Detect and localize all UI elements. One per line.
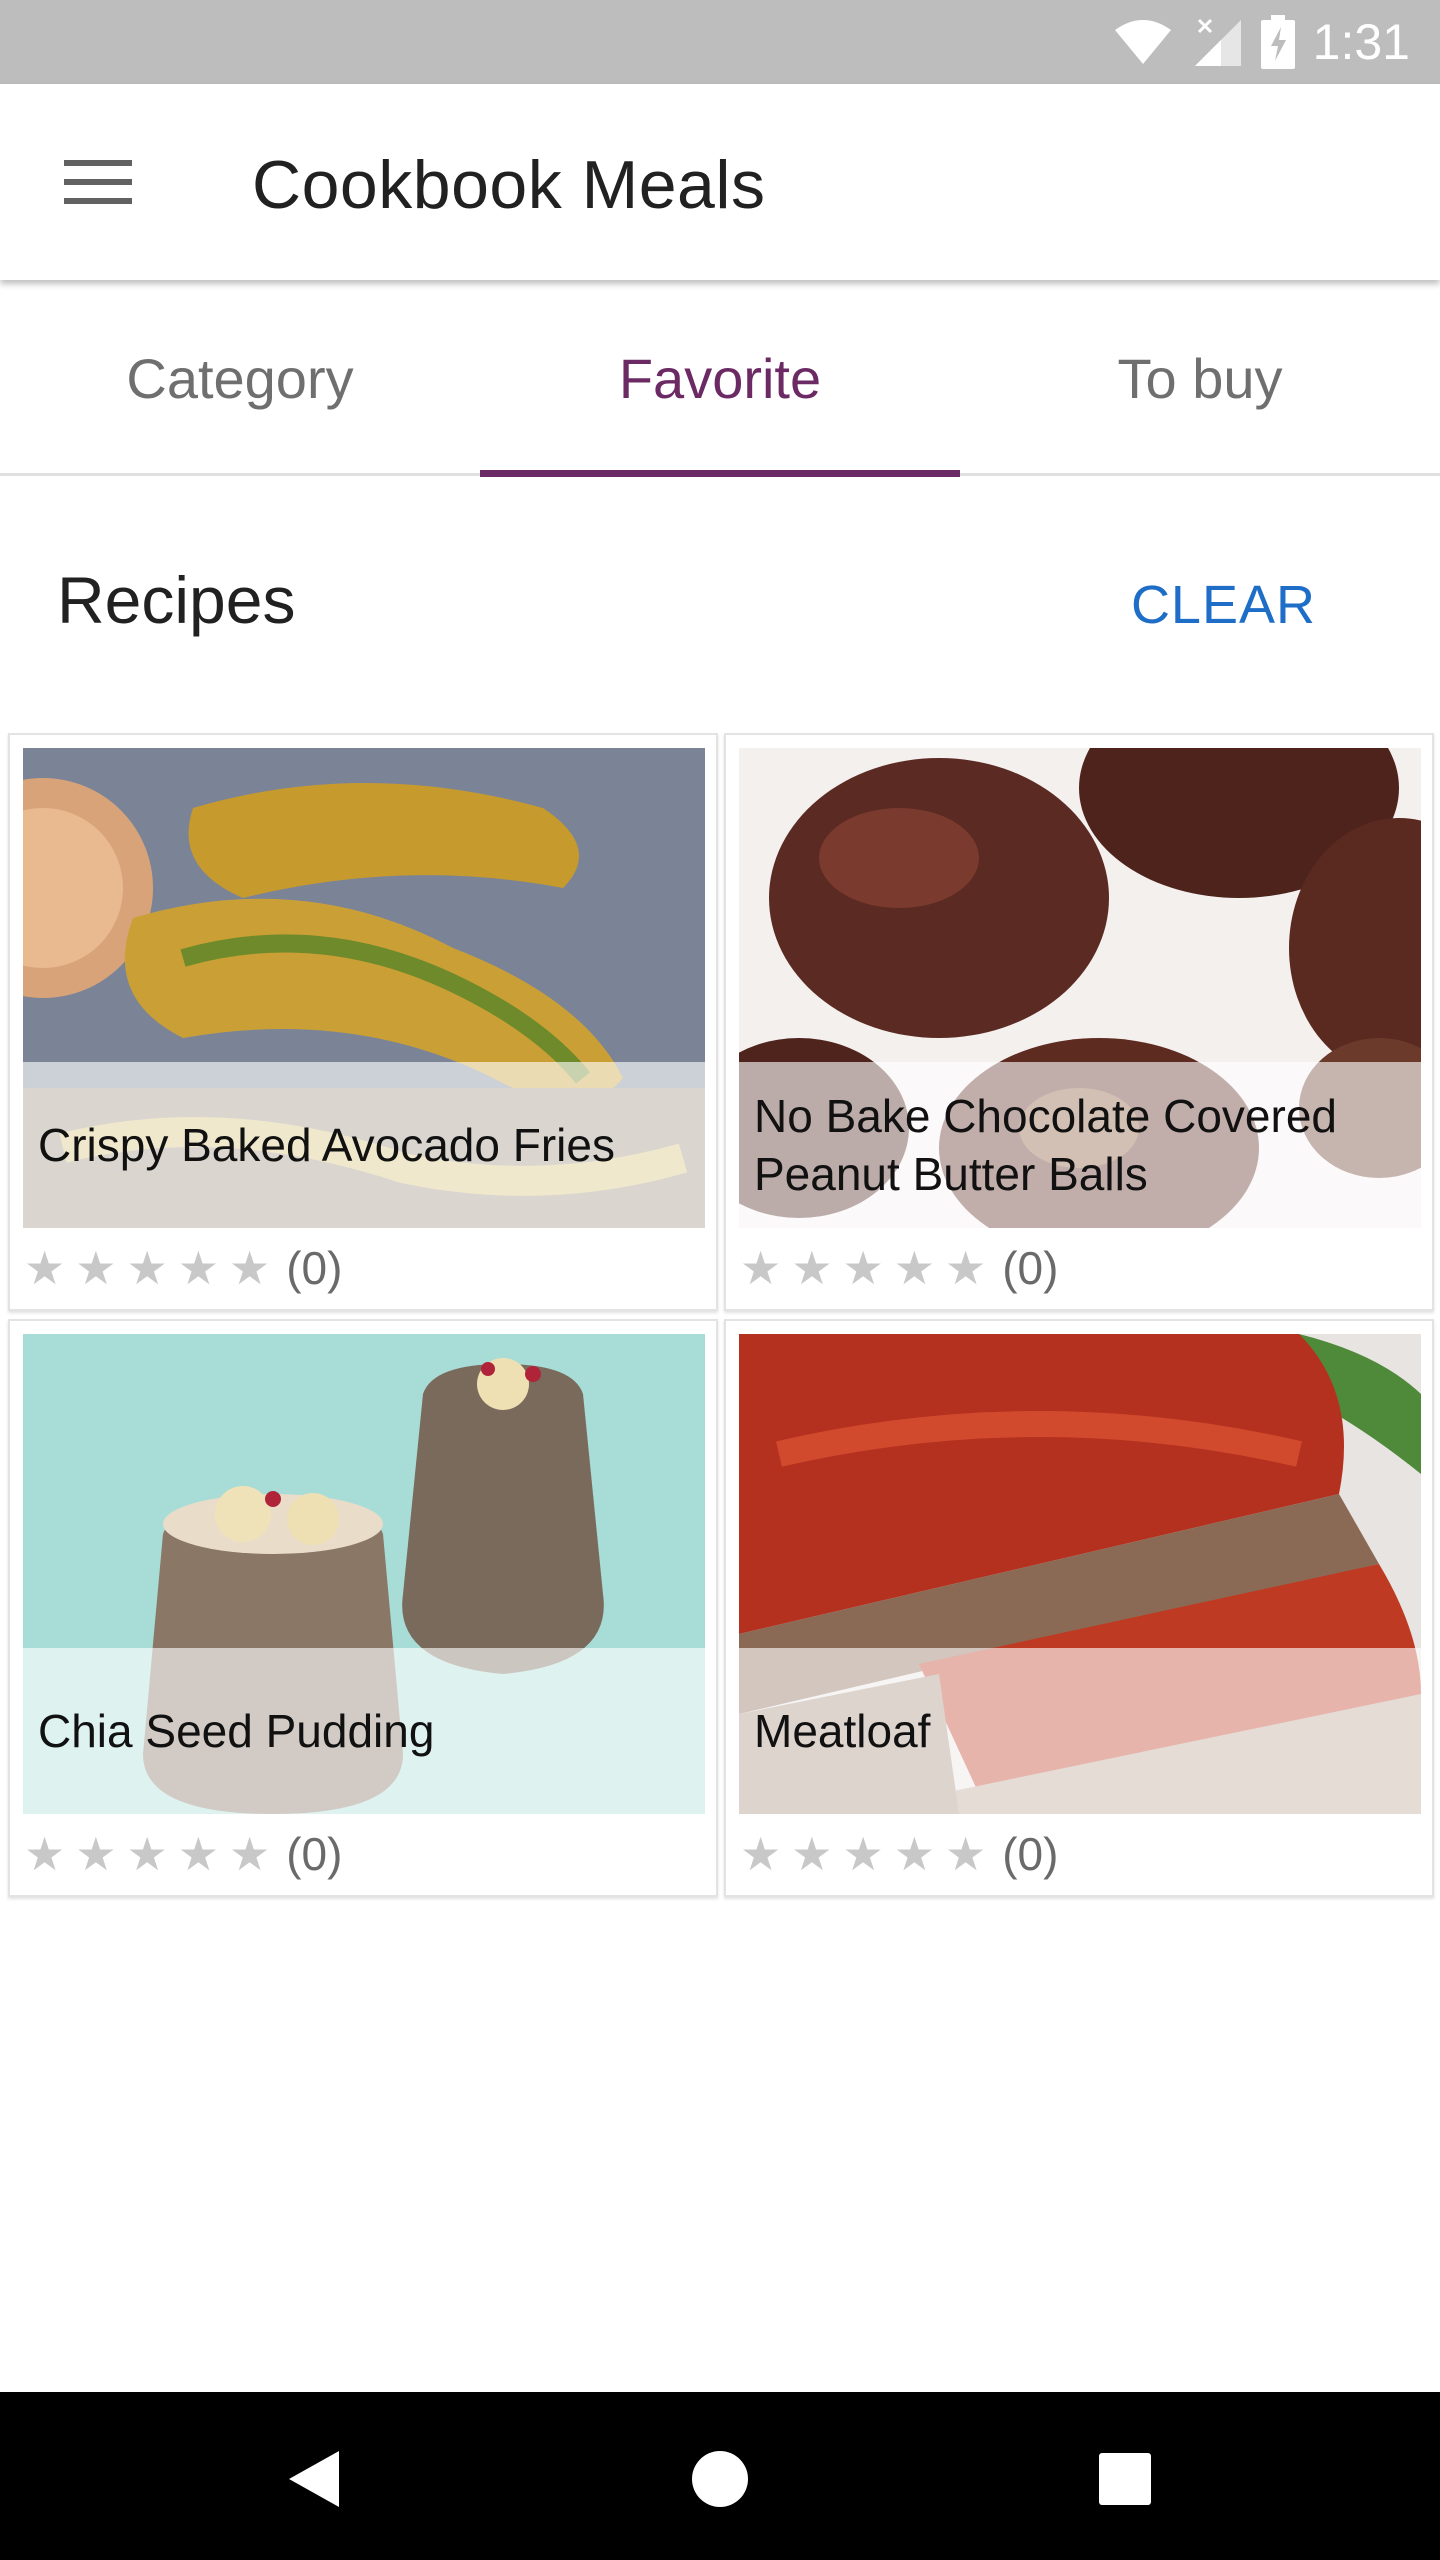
status-icons: 1:31: [1113, 0, 1410, 84]
recents-icon[interactable]: [1080, 2434, 1170, 2524]
back-icon[interactable]: [268, 2434, 358, 2524]
clear-button[interactable]: CLEAR: [1131, 574, 1316, 636]
app-bar: Cookbook Meals: [0, 84, 1440, 280]
rating-row: ★★★★★ (0): [740, 1235, 1058, 1301]
system-navigation-bar: [0, 2392, 1440, 2560]
recipe-title-overlay: Meatloaf: [739, 1648, 1421, 1814]
recipe-title: Crispy Baked Avocado Fries: [38, 1119, 615, 1171]
recipe-image: No Bake Chocolate Covered Peanut Butter …: [739, 748, 1421, 1228]
recipe-title-overlay: Crispy Baked Avocado Fries: [23, 1062, 705, 1228]
rating-row: ★★★★★ (0): [24, 1235, 342, 1301]
tab-to-buy[interactable]: To buy: [960, 280, 1440, 476]
recipe-card[interactable]: Meatloaf ★★★★★ (0): [724, 1319, 1434, 1897]
recipe-title: No Bake Chocolate Covered Peanut Butter …: [754, 1090, 1337, 1200]
section-title: Recipes: [57, 563, 296, 637]
star-rating-icons: ★★★★★: [24, 1242, 281, 1294]
rating-count: (0): [286, 1242, 343, 1294]
home-icon[interactable]: [675, 2434, 765, 2524]
star-rating-icons: ★★★★★: [24, 1828, 281, 1880]
rating-count: (0): [1002, 1828, 1059, 1880]
app-title: Cookbook Meals: [252, 147, 766, 223]
cellular-signal-icon: [1194, 18, 1241, 66]
star-rating-icons: ★★★★★: [740, 1828, 997, 1880]
recipe-title: Chia Seed Pudding: [38, 1705, 435, 1757]
tab-bar: Category Favorite To buy: [0, 280, 1440, 477]
status-bar: 1:31: [0, 0, 1440, 84]
active-tab-indicator: [480, 470, 960, 477]
rating-row: ★★★★★ (0): [24, 1821, 342, 1887]
recipe-card[interactable]: No Bake Chocolate Covered Peanut Butter …: [724, 733, 1434, 1311]
recipe-image: Meatloaf: [739, 1334, 1421, 1814]
recipe-image: Chia Seed Pudding: [23, 1334, 705, 1814]
recipe-image: Crispy Baked Avocado Fries: [23, 748, 705, 1228]
rating-count: (0): [286, 1828, 343, 1880]
star-rating-icons: ★★★★★: [740, 1242, 997, 1294]
recipe-card[interactable]: Chia Seed Pudding ★★★★★ (0): [8, 1319, 718, 1897]
recipe-title: Meatloaf: [754, 1705, 931, 1757]
recipe-title-overlay: Chia Seed Pudding: [23, 1648, 705, 1814]
recipe-title-overlay: No Bake Chocolate Covered Peanut Butter …: [739, 1062, 1421, 1228]
battery-charging-icon: [1260, 15, 1295, 69]
screen: 1:31 Cookbook Meals Category Favorite To…: [0, 0, 1440, 2560]
status-time: 1:31: [1312, 14, 1410, 70]
wifi-icon: [1114, 20, 1171, 64]
recipe-card[interactable]: Crispy Baked Avocado Fries ★★★★★ (0): [8, 733, 718, 1311]
tab-favorite[interactable]: Favorite: [480, 280, 960, 476]
rating-row: ★★★★★ (0): [740, 1821, 1058, 1887]
rating-count: (0): [1002, 1242, 1059, 1294]
hamburger-menu-icon[interactable]: [50, 142, 146, 222]
tab-category[interactable]: Category: [0, 280, 480, 476]
